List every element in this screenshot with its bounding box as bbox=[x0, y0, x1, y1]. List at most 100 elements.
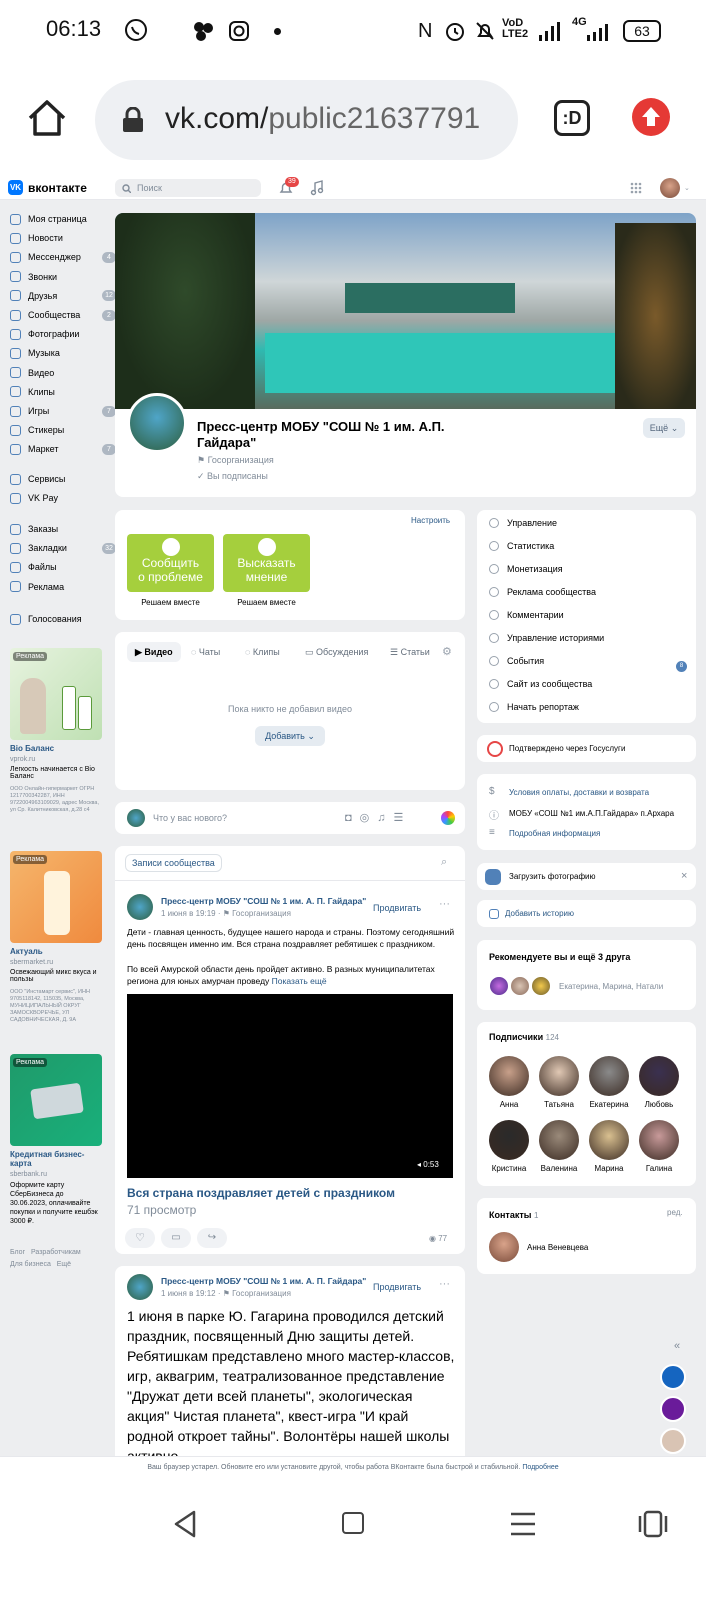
user-avatar[interactable] bbox=[660, 178, 680, 198]
subscriber-name[interactable]: Екатерина bbox=[581, 1100, 637, 1109]
sidebar-item[interactable]: VK Pay bbox=[10, 489, 58, 507]
sidebar-item[interactable]: Сервисы bbox=[10, 470, 65, 488]
home-icon[interactable] bbox=[26, 98, 68, 138]
post-author[interactable]: Пресс-центр МОБУ "СОШ № 1 им. А. П. Гайд… bbox=[161, 896, 366, 906]
apps-icon[interactable] bbox=[630, 182, 642, 194]
admin-menu-item[interactable]: Комментарии bbox=[489, 610, 564, 620]
sidebar-item[interactable]: Стикеры bbox=[10, 421, 64, 439]
subscriber-avatar[interactable] bbox=[589, 1056, 629, 1096]
more-icon[interactable]: ··· bbox=[439, 898, 450, 910]
composer[interactable]: Что у вас нового? ◘◎♫☰ bbox=[115, 802, 465, 834]
chat-avatar[interactable] bbox=[660, 1364, 686, 1390]
admin-menu-item[interactable]: Сайт из сообщества bbox=[489, 679, 592, 689]
admin-menu-item[interactable]: Реклама сообщества bbox=[489, 587, 596, 597]
admin-menu-item[interactable]: События bbox=[489, 656, 544, 666]
community-avatar[interactable] bbox=[127, 393, 187, 453]
subscriber-avatar[interactable] bbox=[639, 1056, 679, 1096]
recents-icon[interactable] bbox=[510, 1512, 536, 1536]
subscriber-name[interactable]: Галина bbox=[631, 1164, 687, 1173]
ad-block-2[interactable]: Реклама Актуаль sbermarket.ru Освежающий… bbox=[10, 851, 102, 1024]
contact-avatar[interactable] bbox=[489, 1232, 519, 1262]
sidebar-item[interactable]: Закладки 32 bbox=[10, 539, 116, 557]
vk-logo-icon[interactable]: VK bbox=[8, 180, 23, 195]
video-player[interactable]: ◂ 0:53 bbox=[127, 994, 453, 1178]
subscriber-avatar[interactable] bbox=[489, 1056, 529, 1096]
search-icon[interactable]: ⌕ bbox=[441, 856, 447, 869]
subscriber-name[interactable]: Анна bbox=[481, 1100, 537, 1109]
sidebar-item[interactable]: Маркет 7 bbox=[10, 440, 116, 458]
post-author-avatar[interactable] bbox=[127, 1274, 153, 1300]
sidebar-item[interactable]: Музыка bbox=[10, 344, 60, 362]
footer-link[interactable]: Ещё bbox=[57, 1261, 71, 1268]
update-button[interactable] bbox=[632, 98, 670, 136]
report-problem-button[interactable]: Сообщить о проблеме bbox=[127, 534, 214, 592]
sidebar-item[interactable]: Реклама bbox=[10, 578, 64, 596]
ad-title[interactable]: Актуаль bbox=[10, 947, 102, 956]
gear-icon[interactable]: ⚙ bbox=[442, 645, 452, 658]
admin-menu-item[interactable]: Управление bbox=[489, 518, 557, 528]
ai-icon[interactable] bbox=[441, 811, 455, 825]
ad-block-1[interactable]: Реклама Bio Баланс vprok.ru Легкость нач… bbox=[10, 648, 102, 814]
admin-menu-item[interactable]: Управление историями bbox=[489, 633, 604, 643]
subscriber-avatar[interactable] bbox=[539, 1120, 579, 1160]
subscriber-avatar[interactable] bbox=[539, 1056, 579, 1096]
subscribed-status[interactable]: ✓ Вы подписаны bbox=[197, 471, 268, 482]
home-nav-icon[interactable] bbox=[342, 1512, 364, 1534]
music-icon[interactable] bbox=[310, 180, 324, 196]
url-field[interactable]: vk.com/public21637791 bbox=[95, 80, 518, 160]
chat-avatar[interactable] bbox=[660, 1396, 686, 1422]
sidebar-item[interactable]: Мессенджер 4 bbox=[10, 248, 116, 266]
comment-button[interactable]: ▭ bbox=[161, 1228, 191, 1248]
more-icon[interactable]: ··· bbox=[439, 1278, 450, 1290]
close-icon[interactable]: × bbox=[681, 870, 687, 882]
search-input[interactable]: Поиск bbox=[115, 179, 261, 197]
chevron-down-icon[interactable]: ⌄ bbox=[684, 184, 690, 192]
footer-link[interactable]: Для бизнеса bbox=[10, 1261, 51, 1268]
wall-tab[interactable]: Записи сообщества bbox=[125, 854, 222, 872]
subscriber-name[interactable]: Татьяна bbox=[531, 1100, 587, 1109]
ad-title[interactable]: Кредитная бизнес-карта bbox=[10, 1150, 102, 1168]
footer-link[interactable]: Разработчикам bbox=[31, 1249, 81, 1256]
collapse-icon[interactable]: « bbox=[674, 1340, 680, 1352]
subscriber-avatar[interactable] bbox=[639, 1120, 679, 1160]
ad-image[interactable]: Реклама bbox=[10, 851, 102, 943]
sidebar-item[interactable]: Файлы bbox=[10, 558, 57, 576]
sidebar-item[interactable]: Фотографии bbox=[10, 325, 79, 343]
contact-name[interactable]: Анна Веневцева bbox=[527, 1243, 588, 1252]
show-more-link[interactable]: Показать ещё bbox=[272, 976, 327, 986]
ad-block-3[interactable]: Реклама Кредитная бизнес-карта sberbank.… bbox=[10, 1054, 102, 1226]
more-button[interactable]: Ещё ⌄ bbox=[643, 418, 685, 438]
subscriber-name[interactable]: Валенина bbox=[531, 1164, 587, 1173]
rotate-icon[interactable] bbox=[636, 1510, 670, 1538]
give-opinion-button[interactable]: Высказать мнение bbox=[223, 534, 310, 592]
sidebar-item[interactable]: Сообщества 2 bbox=[10, 306, 116, 324]
upload-photo-card[interactable]: Загрузить фотографию × bbox=[477, 863, 696, 890]
chat-avatar[interactable] bbox=[660, 1428, 686, 1454]
tab-clips[interactable]: ◌ Клипы bbox=[245, 647, 280, 657]
ad-title[interactable]: Bio Баланс bbox=[10, 744, 102, 753]
subscriber-name[interactable]: Любовь bbox=[631, 1100, 687, 1109]
friend-avatar[interactable] bbox=[510, 976, 530, 996]
sidebar-item[interactable]: Заказы bbox=[10, 520, 58, 538]
ad-image[interactable]: Реклама bbox=[10, 1054, 102, 1146]
subscribers-title[interactable]: Подписчики 124 bbox=[489, 1032, 559, 1042]
subscriber-avatar[interactable] bbox=[589, 1120, 629, 1160]
sidebar-item[interactable]: Видео bbox=[10, 364, 54, 382]
add-button[interactable]: Добавить ⌄ bbox=[255, 726, 325, 746]
subscriber-name[interactable]: Марина bbox=[581, 1164, 637, 1173]
tab-chats[interactable]: ◌ Чаты bbox=[191, 647, 220, 657]
footer-link[interactable]: Блог bbox=[10, 1249, 25, 1256]
outdated-link[interactable]: Подробнее bbox=[522, 1464, 558, 1471]
tabs-button[interactable]: :D bbox=[554, 100, 590, 136]
post-author-avatar[interactable] bbox=[127, 894, 153, 920]
vk-logo-text[interactable]: вконтакте bbox=[28, 181, 87, 195]
friend-avatar[interactable] bbox=[531, 976, 551, 996]
sidebar-item[interactable]: Звонки bbox=[10, 268, 57, 286]
tab-discussions[interactable]: ▭ Обсуждения bbox=[305, 647, 368, 658]
subscriber-avatar[interactable] bbox=[489, 1120, 529, 1160]
sidebar-item[interactable]: Игры 7 bbox=[10, 402, 116, 420]
like-button[interactable]: ♡ bbox=[125, 1228, 155, 1248]
composer-attach-icons[interactable]: ◘◎♫☰ bbox=[345, 811, 411, 824]
edit-link[interactable]: ред. bbox=[667, 1208, 683, 1217]
gosuslugi-card[interactable]: Подтверждено через Госуслуги bbox=[477, 735, 696, 762]
